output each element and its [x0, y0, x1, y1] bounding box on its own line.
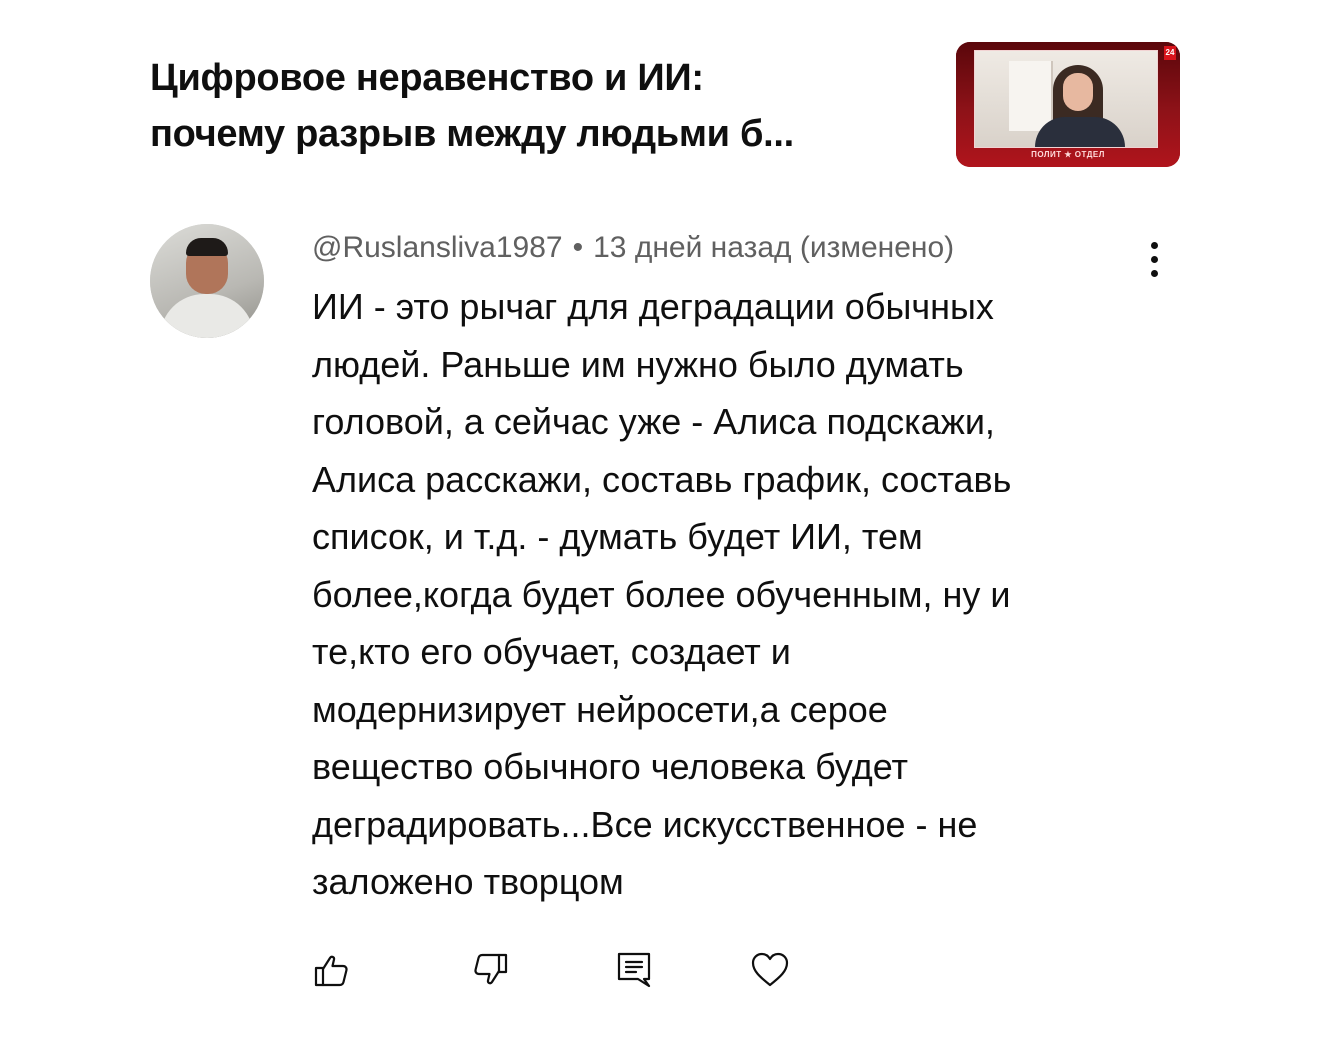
thumbs-down-icon [474, 953, 508, 985]
video-title[interactable]: Цифровое неравенство и ИИ: почему разрыв… [150, 50, 940, 162]
video-header[interactable]: Цифровое неравенство и ИИ: почему разрыв… [150, 40, 1182, 170]
thumbnail-logo: ПОЛИТ ★ ОТДЕЛ [1031, 150, 1105, 159]
more-dot [1151, 256, 1158, 263]
thumbnail-video-frame [974, 50, 1158, 148]
thumbnail-person-body [1035, 117, 1125, 147]
heart-icon [751, 952, 789, 987]
reply-icon [617, 952, 651, 988]
comment: @Ruslansliva1987 • 13 дней назад (изменено… [150, 224, 1182, 1004]
video-title-line-2: почему разрыв между людьми б... [150, 113, 794, 155]
comment-text: ИИ - это рычаг для деградации обычных лю… [312, 286, 1012, 902]
reply-button[interactable] [614, 950, 654, 990]
thumbs-up-icon [314, 955, 348, 987]
thumbnail-person-face [1063, 73, 1093, 111]
dislike-button[interactable] [470, 950, 510, 990]
comment-time: 13 дней назад (изменено) [593, 231, 955, 264]
more-dot [1151, 242, 1158, 249]
avatar-hair [186, 238, 228, 256]
thumbnail-window [1009, 61, 1053, 131]
more-dot [1151, 270, 1158, 277]
meta-separator: • [572, 231, 584, 264]
video-title-line-1: Цифровое неравенство и ИИ: [150, 57, 704, 99]
more-vertical-icon[interactable] [1140, 240, 1170, 280]
like-button[interactable] [312, 950, 352, 990]
comment-actions [312, 950, 832, 990]
avatar[interactable] [150, 224, 264, 338]
heart-button[interactable] [750, 950, 790, 990]
video-thumbnail[interactable]: 24 ПОЛИТ ★ ОТДЕЛ [956, 42, 1180, 167]
comment-author[interactable]: @Ruslansliva1987 [312, 231, 563, 264]
channel-badge: 24 [1164, 46, 1176, 60]
comment-meta: @Ruslansliva1987 • 13 дней назад (изменено… [312, 228, 954, 268]
